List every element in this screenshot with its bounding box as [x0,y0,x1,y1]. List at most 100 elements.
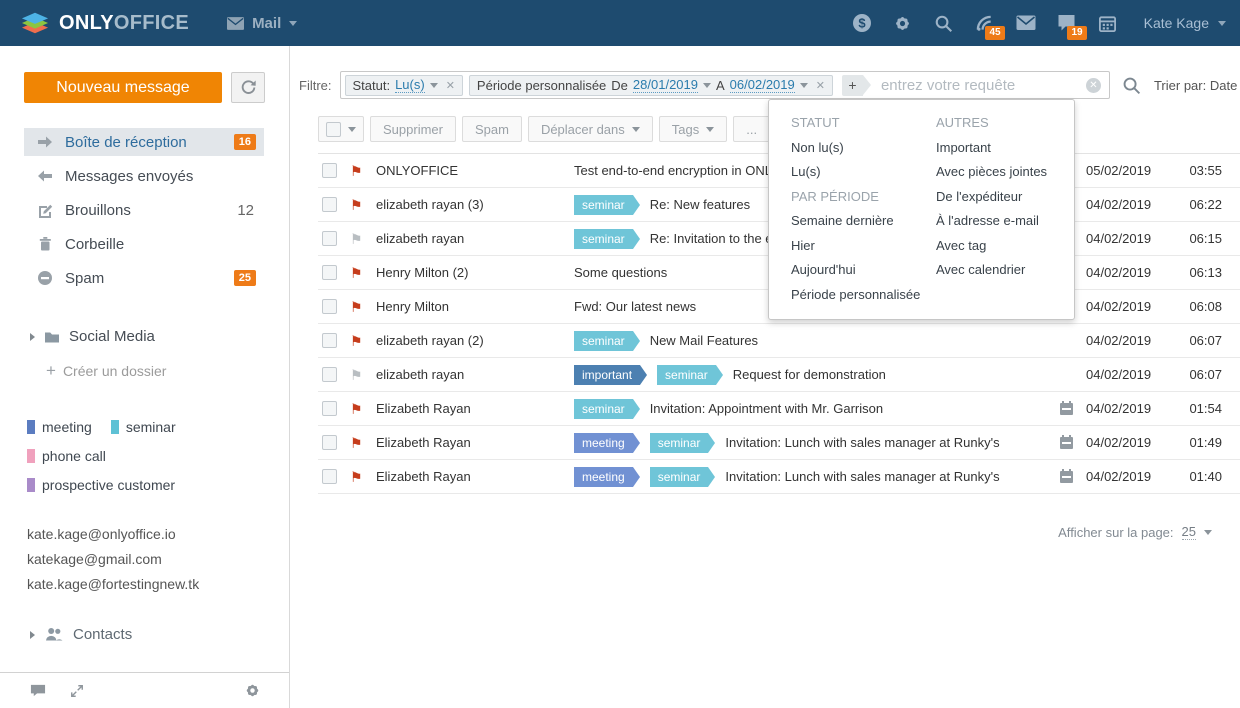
sidebar-tag[interactable]: seminar [111,419,176,435]
product-switcher[interactable]: Mail [227,15,297,32]
select-all-checkbox[interactable] [326,122,341,137]
sidebar-folder-inbox[interactable]: Boîte de réception16 [24,128,264,156]
message-tag-seminar[interactable]: seminar [650,433,709,453]
gear-icon[interactable] [244,682,261,699]
remove-status-filter-icon[interactable]: ✕ [446,79,455,92]
row-checkbox[interactable] [322,367,337,382]
page-size-value[interactable]: 25 [1182,524,1196,540]
chat-icon[interactable]: 19 [1057,13,1077,33]
dropdown-item[interactable]: Période personnalisée [791,283,936,308]
message-tag-seminar[interactable]: seminar [574,331,633,351]
sidebar-item-social-media[interactable]: Social Media [30,328,289,345]
account-address[interactable]: katekage@gmail.com [27,551,289,567]
status-filter-chip[interactable]: Statut: Lu(s) ✕ [345,75,463,96]
dropdown-item[interactable]: Avec calendrier [936,258,1066,283]
message-tag-seminar[interactable]: seminar [650,467,709,487]
message-tag-seminar[interactable]: seminar [574,399,633,419]
dropdown-item[interactable]: Lu(s) [791,160,936,185]
flag-icon[interactable]: ⚑ [350,198,364,212]
message-row[interactable]: ⚑ Elizabeth Rayan meetingseminarInvitati… [318,460,1240,494]
flag-icon[interactable]: ⚑ [350,232,364,246]
chevron-down-icon[interactable] [430,83,438,88]
row-checkbox[interactable] [322,401,337,416]
row-checkbox[interactable] [322,197,337,212]
message-row[interactable]: ⚑ elizabeth rayan importantseminarReques… [318,358,1240,392]
toolbar-button-dplacerdans[interactable]: Déplacer dans [528,116,653,142]
sidebar-tag[interactable]: prospective customer [27,477,175,493]
row-checkbox[interactable] [322,299,337,314]
add-filter-button[interactable]: + [842,75,863,96]
search-icon[interactable] [934,13,954,33]
search-input[interactable] [881,77,1080,94]
toolbar-button-supprimer[interactable]: Supprimer [370,116,456,142]
calendar-icon[interactable] [1098,13,1118,33]
message-tag-important[interactable]: important [574,365,640,385]
dropdown-item[interactable]: Important [936,136,1066,161]
gear-icon[interactable] [893,13,913,33]
chat-icon[interactable] [30,683,46,698]
flag-icon[interactable]: ⚑ [350,368,364,382]
message-row[interactable]: ⚑ Elizabeth Rayan seminarInvitation: App… [318,392,1240,426]
chevron-down-icon[interactable] [800,83,808,88]
row-checkbox[interactable] [322,469,337,484]
refresh-button[interactable] [231,72,265,103]
sidebar-folder-sent[interactable]: Messages envoyés [24,162,264,190]
feedback-icon[interactable]: 45 [975,13,995,33]
create-folder-button[interactable]: + Créer un dossier [46,363,289,379]
dropdown-item[interactable]: Non lu(s) [791,136,936,161]
period-to-date[interactable]: 06/02/2019 [730,77,795,93]
dollar-icon[interactable]: $ [852,13,872,33]
row-checkbox[interactable] [322,265,337,280]
search-button[interactable] [1122,76,1141,95]
sidebar-folder-spam[interactable]: Spam25 [24,264,264,292]
row-checkbox[interactable] [322,231,337,246]
dropdown-item[interactable]: Avec tag [936,234,1066,259]
account-address[interactable]: kate.kage@onlyoffice.io [27,526,289,542]
status-chip-value[interactable]: Lu(s) [395,77,425,93]
period-filter-chip[interactable]: Période personnalisée De 28/01/2019 A 06… [469,75,833,96]
dropdown-item[interactable]: Hier [791,234,936,259]
clear-search-icon[interactable]: ✕ [1086,78,1101,93]
sort-control[interactable]: Trier par: Date [1154,78,1240,93]
sidebar-item-contacts[interactable]: Contacts [30,626,289,643]
row-checkbox[interactable] [322,435,337,450]
account-address[interactable]: kate.kage@fortestingnew.tk [27,576,289,592]
dropdown-item[interactable]: Avec pièces jointes [936,160,1066,185]
compose-button[interactable]: Nouveau message [24,72,222,103]
sidebar-folder-draft[interactable]: Brouillons12 [24,196,264,224]
select-all-button[interactable] [318,116,364,142]
message-tag-meeting[interactable]: meeting [574,467,633,487]
chevron-down-icon[interactable] [1204,530,1212,535]
flag-icon[interactable]: ⚑ [350,300,364,314]
flag-icon[interactable]: ⚑ [350,402,364,416]
onlyoffice-logo[interactable]: ONLYOFFICE [20,9,189,37]
filter-box[interactable]: Statut: Lu(s) ✕ Période personnalisée De… [340,71,1110,99]
message-tag-seminar[interactable]: seminar [657,365,716,385]
toolbar-button-tags[interactable]: Tags [659,116,727,142]
message-tag-meeting[interactable]: meeting [574,433,633,453]
dropdown-item[interactable]: À l'adresse e-mail [936,209,1066,234]
sidebar-tag[interactable]: phone call [27,448,106,464]
row-checkbox[interactable] [322,333,337,348]
dropdown-item[interactable]: Aujourd'hui [791,258,936,283]
flag-icon[interactable]: ⚑ [350,266,364,280]
expand-icon[interactable] [70,684,84,698]
period-from-date[interactable]: 28/01/2019 [633,77,698,93]
user-menu[interactable]: Kate Kage [1144,15,1226,31]
flag-icon[interactable]: ⚑ [350,436,364,450]
dropdown-item[interactable]: De l'expéditeur [936,185,1066,210]
sidebar-tag[interactable]: meeting [27,419,92,435]
flag-icon[interactable]: ⚑ [350,334,364,348]
flag-icon[interactable]: ⚑ [350,470,364,484]
message-tag-seminar[interactable]: seminar [574,229,633,249]
message-row[interactable]: ⚑ elizabeth rayan (2) seminarNew Mail Fe… [318,324,1240,358]
mail-icon[interactable] [1016,13,1036,33]
chevron-down-icon[interactable] [703,83,711,88]
flag-icon[interactable]: ⚑ [350,164,364,178]
row-checkbox[interactable] [322,163,337,178]
message-tag-seminar[interactable]: seminar [574,195,633,215]
dropdown-item[interactable]: Semaine dernière [791,209,936,234]
remove-period-filter-icon[interactable]: ✕ [816,79,825,92]
toolbar-button-more[interactable]: ... [733,116,770,142]
toolbar-button-spam[interactable]: Spam [462,116,522,142]
